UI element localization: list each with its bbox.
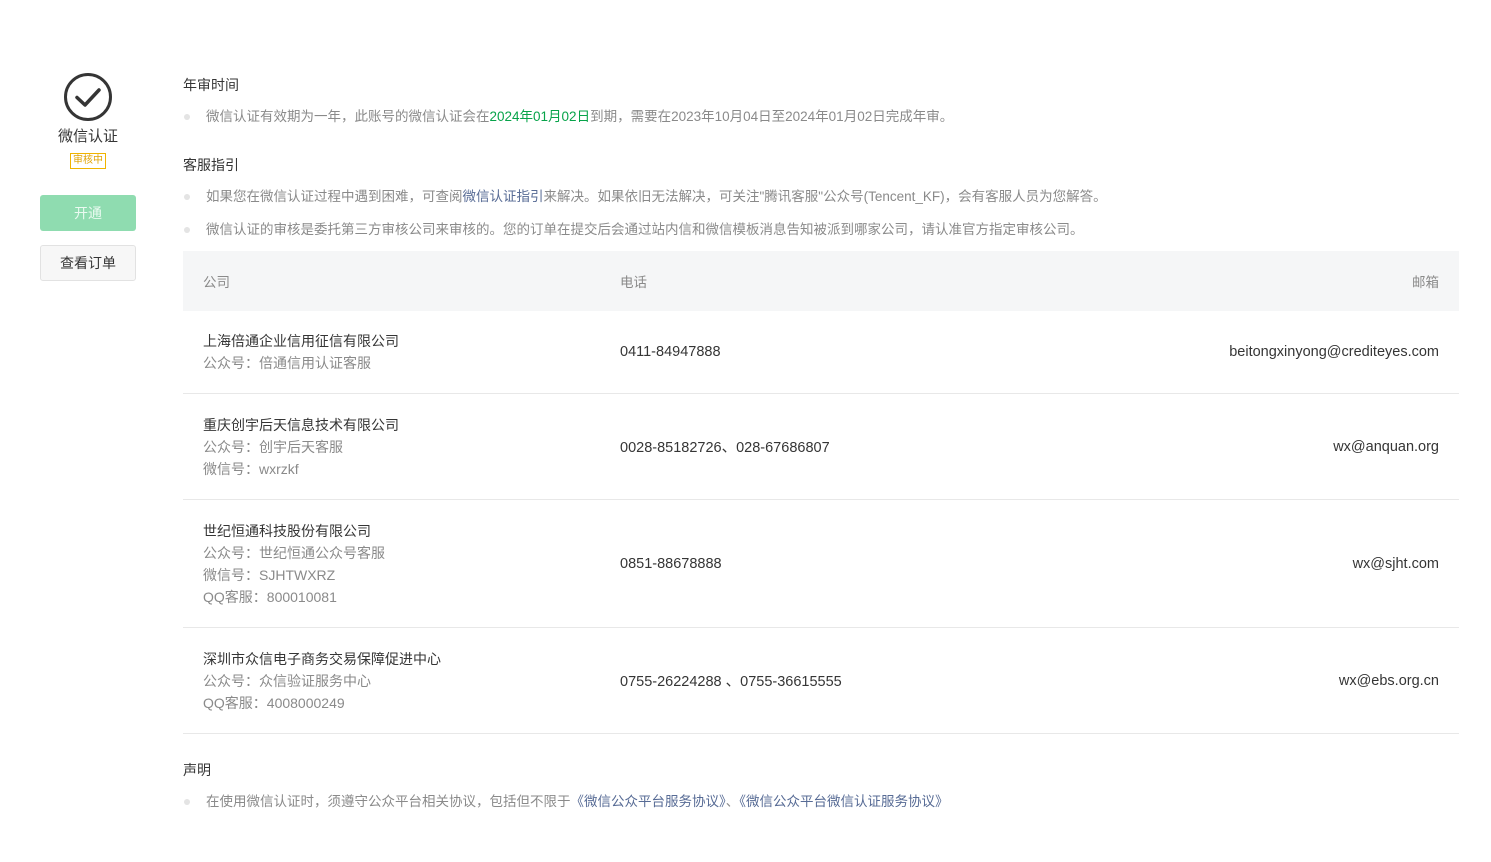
support-title: 客服指引 bbox=[183, 157, 239, 173]
certification-agreement-link[interactable]: 《微信公众平台微信认证服务协议》 bbox=[739, 794, 948, 809]
company-email: wx@anquan.org bbox=[1333, 438, 1439, 455]
company-email: wx@ebs.org.cn bbox=[1338, 672, 1439, 689]
company-meta: QQ客服：800010081 bbox=[203, 588, 337, 605]
check-circle-icon bbox=[63, 73, 112, 121]
company-name: 上海倍通企业信用征信有限公司 bbox=[203, 333, 399, 349]
company-phone: 0755-26224288 、0755-36615555 bbox=[620, 674, 842, 690]
status-badge: 审核中 bbox=[70, 153, 106, 169]
support-line-1-after: 来解决。如果依旧无法解决，可关注"腾讯客服"公众号(Tencent_KF)，会有… bbox=[543, 189, 1107, 204]
company-email: beitongxinyong@crediteyes.com bbox=[1229, 344, 1439, 360]
company-meta: 公众号：众信验证服务中心 bbox=[203, 672, 371, 689]
certification-guide-link[interactable]: 微信认证指引 bbox=[463, 189, 544, 204]
support-line-2: 微信认证的审核是委托第三方审核公司来审核的。您的订单在提交后会通过站内信和微信模… bbox=[183, 221, 1084, 239]
statement-text-before: 在使用微信认证时，须遵守公众平台相关协议，包括但不限于 bbox=[206, 794, 571, 809]
company-meta: 微信号：SJHTWXRZ bbox=[203, 566, 336, 583]
company-meta: 微信号：wxrzkf bbox=[203, 460, 299, 477]
review-companies-table: 公司 电话 邮箱 上海倍通企业信用征信有限公司 公众号：倍通信用认证客服 041… bbox=[183, 251, 1459, 734]
statement-separator: 、 bbox=[725, 794, 740, 809]
header-email: 邮箱 bbox=[1412, 275, 1439, 290]
table-row: 重庆创宇后天信息技术有限公司 公众号：创宇后天客服 微信号：wxrzkf 002… bbox=[183, 394, 1459, 500]
service-agreement-link[interactable]: 《微信公众平台服务协议》 bbox=[571, 794, 726, 809]
company-meta: 公众号：世纪恒通公众号客服 bbox=[203, 544, 385, 561]
company-phone: 0851-88678888 bbox=[620, 555, 722, 572]
wechat-certification-page: 微信认证 审核中 开通 查看订单 年审时间 微信认证有效期为一年，此账号的微信认… bbox=[0, 0, 1491, 862]
annual-review-text-before: 微信认证有效期为一年，此账号的微信认证会在 bbox=[206, 109, 490, 124]
service-sidebar: 微信认证 审核中 开通 查看订单 bbox=[40, 72, 136, 281]
annual-review-title: 年审时间 bbox=[183, 77, 239, 93]
support-line-1-before: 如果您在微信认证过程中遇到困难，可查阅 bbox=[206, 189, 463, 204]
table-header: 公司 电话 邮箱 bbox=[183, 251, 1459, 311]
company-name: 重庆创宇后天信息技术有限公司 bbox=[203, 416, 399, 433]
company-meta: 公众号：倍通信用认证客服 bbox=[203, 355, 371, 371]
table-row: 世纪恒通科技股份有限公司 公众号：世纪恒通公众号客服 微信号：SJHTWXRZ … bbox=[183, 500, 1459, 628]
company-meta: QQ客服：4008000249 bbox=[203, 694, 345, 711]
company-meta: 公众号：创宇后天客服 bbox=[203, 438, 343, 455]
statement-text: 在使用微信认证时，须遵守公众平台相关协议，包括但不限于《微信公众平台服务协议》、… bbox=[183, 793, 949, 811]
view-orders-button[interactable]: 查看订单 bbox=[40, 245, 136, 281]
annual-review-text: 微信认证有效期为一年，此账号的微信认证会在2024年01月02日到期，需要在20… bbox=[183, 108, 953, 126]
header-company: 公司 bbox=[203, 275, 230, 290]
company-name: 深圳市众信电子商务交易保障促进中心 bbox=[203, 650, 441, 667]
expiry-date: 2024年01月02日 bbox=[489, 109, 591, 124]
company-email: wx@sjht.com bbox=[1352, 555, 1439, 572]
service-name: 微信认证 bbox=[57, 128, 118, 145]
company-name: 世纪恒通科技股份有限公司 bbox=[203, 522, 371, 539]
company-phone: 0411-84947888 bbox=[620, 344, 721, 360]
table-row: 深圳市众信电子商务交易保障促进中心 公众号：众信验证服务中心 QQ客服：4008… bbox=[183, 628, 1459, 734]
statement-title: 声明 bbox=[183, 762, 211, 778]
support-line-1: 如果您在微信认证过程中遇到困难，可查阅微信认证指引来解决。如果依旧无法解决，可关… bbox=[183, 188, 1107, 206]
table-row: 上海倍通企业信用征信有限公司 公众号：倍通信用认证客服 0411-8494788… bbox=[183, 311, 1459, 394]
open-button[interactable]: 开通 bbox=[40, 195, 136, 231]
company-phone: 0028-85182726、028-67686807 bbox=[620, 440, 830, 456]
annual-review-text-after: 到期，需要在2023年10月04日至2024年01月02日完成年审。 bbox=[590, 109, 954, 124]
header-phone: 电话 bbox=[620, 275, 647, 290]
